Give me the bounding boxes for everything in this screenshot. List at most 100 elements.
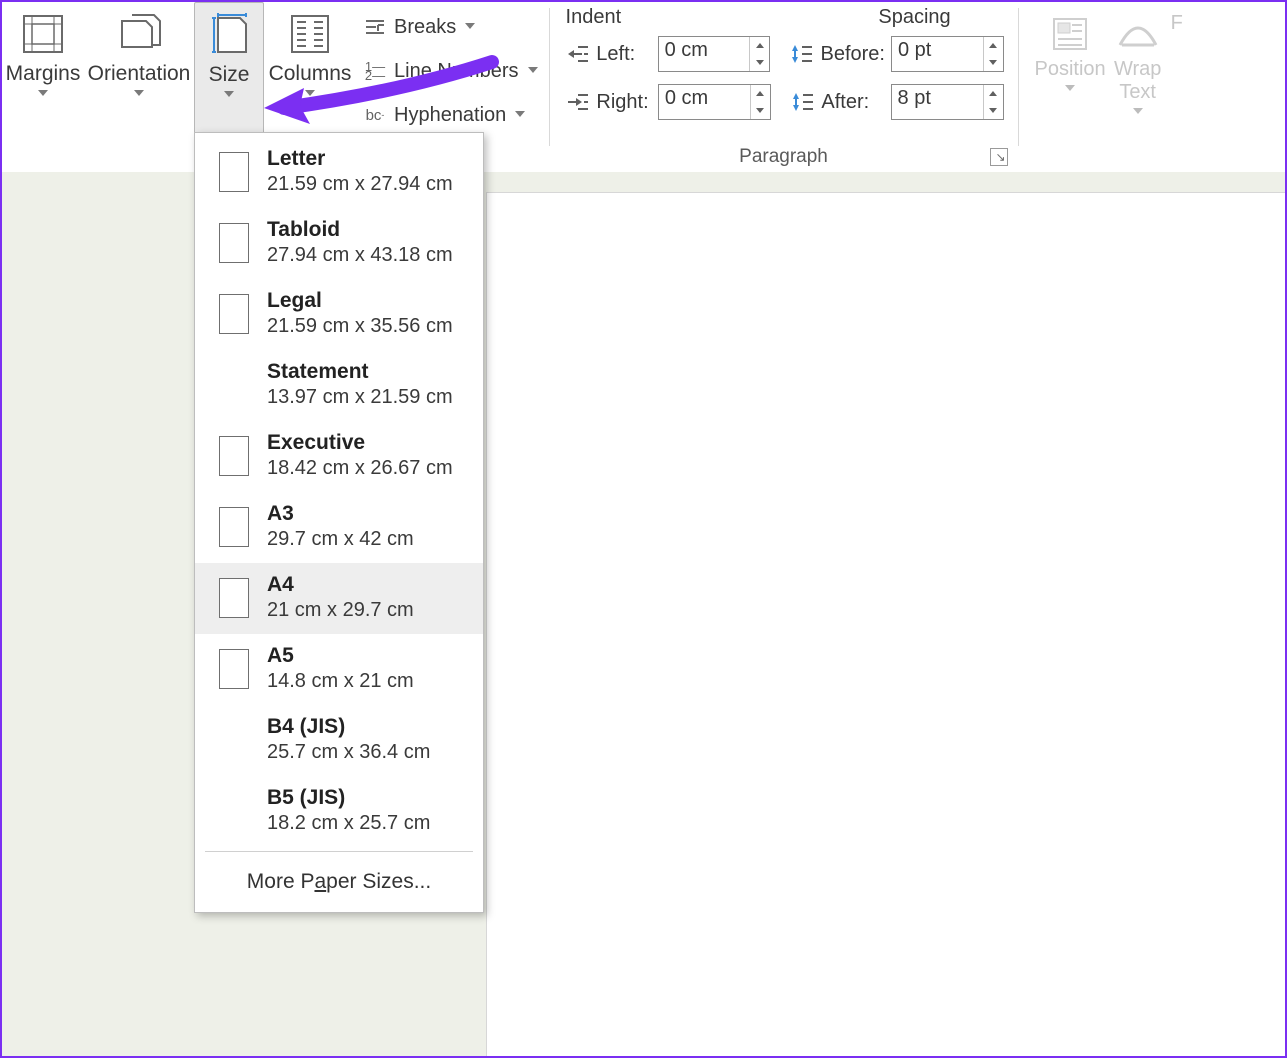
margins-icon — [17, 10, 69, 58]
page-icon — [219, 152, 249, 192]
chevron-down-icon — [464, 23, 476, 31]
spacing-before-value[interactable]: 0 pt — [892, 37, 983, 71]
size-option-name: B4 (JIS) — [267, 715, 430, 739]
breaks-button[interactable]: Breaks — [362, 10, 539, 44]
paragraph-launcher[interactable]: ↘ — [990, 148, 1008, 166]
size-option-dims: 21.59 cm x 27.94 cm — [267, 173, 453, 196]
paragraph-group: Indent Spacing Left: 0 cm Before: 0 — [554, 2, 1014, 172]
size-option-legal[interactable]: Legal21.59 cm x 35.56 cm — [195, 279, 483, 350]
size-option-dims: 27.94 cm x 43.18 cm — [267, 244, 453, 267]
spacing-before-label: Before: — [821, 43, 885, 66]
size-option-b5-jis-[interactable]: B5 (JIS)18.2 cm x 25.7 cm — [195, 776, 483, 847]
spin-down[interactable] — [984, 102, 1003, 119]
margins-button[interactable]: Margins — [2, 2, 84, 172]
orientation-icon — [113, 10, 165, 58]
size-option-name: Executive — [267, 431, 453, 455]
size-option-dims: 18.2 cm x 25.7 cm — [267, 812, 430, 835]
indent-left-icon — [566, 42, 591, 66]
orientation-button[interactable]: Orientation — [84, 2, 194, 172]
breaks-icon — [362, 16, 388, 38]
size-option-dims: 21.59 cm x 35.56 cm — [267, 315, 453, 338]
size-option-tabloid[interactable]: Tabloid27.94 cm x 43.18 cm — [195, 208, 483, 279]
indent-right-value[interactable]: 0 cm — [659, 85, 750, 119]
size-option-name: Letter — [267, 147, 453, 171]
document-page[interactable] — [486, 192, 1285, 1056]
size-option-executive[interactable]: Executive18.42 cm x 26.67 cm — [195, 421, 483, 492]
size-option-name: Tabloid — [267, 218, 453, 242]
wrap-text-button[interactable]: Wrap Text — [1114, 12, 1162, 172]
spacing-after-label: After: — [821, 91, 884, 114]
size-option-a5[interactable]: A514.8 cm x 21 cm — [195, 634, 483, 705]
chevron-down-icon — [223, 91, 235, 99]
size-option-dims: 25.7 cm x 36.4 cm — [267, 741, 430, 764]
hyphenation-icon: bc- — [362, 104, 388, 126]
spacing-before-spinner[interactable]: 0 pt — [891, 36, 1004, 72]
hyphenation-button[interactable]: bc- Hyphenation — [362, 98, 539, 132]
chevron-down-icon — [527, 67, 539, 75]
page-icon — [219, 649, 249, 689]
size-option-name: A5 — [267, 644, 414, 668]
size-option-name: Legal — [267, 289, 453, 313]
spacing-before-icon — [790, 42, 815, 66]
paragraph-group-label: Paragraph — [554, 146, 1014, 168]
size-icon — [203, 11, 255, 59]
indent-right-icon — [566, 90, 591, 114]
position-icon — [1046, 12, 1094, 56]
chevron-down-icon — [514, 111, 526, 119]
chevron-down-icon — [304, 90, 316, 98]
size-option-name: Statement — [267, 360, 453, 384]
line-numbers-button[interactable]: 1—2— Line Numbers — [362, 54, 539, 88]
columns-icon — [284, 10, 336, 58]
spin-up[interactable] — [750, 37, 769, 54]
more-paper-sizes[interactable]: More Paper Sizes... — [195, 856, 483, 912]
indent-header: Indent — [566, 6, 796, 29]
margins-label: Margins — [6, 62, 81, 86]
page-icon — [219, 365, 249, 405]
size-dropdown-menu: Letter21.59 cm x 27.94 cmTabloid27.94 cm… — [194, 132, 484, 913]
indent-right-label: Right: — [596, 91, 651, 114]
indent-right-spinner[interactable]: 0 cm — [658, 84, 771, 120]
size-option-name: B5 (JIS) — [267, 786, 430, 810]
size-option-dims: 14.8 cm x 21 cm — [267, 670, 414, 693]
chevron-down-icon — [37, 90, 49, 98]
spacing-after-spinner[interactable]: 8 pt — [891, 84, 1004, 120]
position-button[interactable]: Position — [1035, 12, 1106, 172]
page-icon — [219, 578, 249, 618]
group-separator — [1018, 8, 1019, 146]
page-icon — [219, 436, 249, 476]
page-icon — [219, 791, 249, 831]
size-option-statement[interactable]: Statement13.97 cm x 21.59 cm — [195, 350, 483, 421]
arrange-more: F — [1170, 12, 1184, 172]
size-option-a3[interactable]: A329.7 cm x 42 cm — [195, 492, 483, 563]
size-option-letter[interactable]: Letter21.59 cm x 27.94 cm — [195, 137, 483, 208]
spin-down[interactable] — [751, 102, 770, 119]
spin-up[interactable] — [984, 85, 1003, 102]
size-option-dims: 29.7 cm x 42 cm — [267, 528, 414, 551]
spacing-after-icon — [791, 90, 816, 114]
size-option-name: A3 — [267, 502, 414, 526]
spin-down[interactable] — [984, 54, 1003, 71]
spacing-header: Spacing — [796, 6, 1004, 29]
orientation-label: Orientation — [88, 62, 191, 86]
chevron-down-icon — [1132, 108, 1144, 116]
indent-left-label: Left: — [596, 43, 651, 66]
wrap-text-icon — [1114, 12, 1162, 56]
chevron-down-icon — [1064, 85, 1076, 93]
spin-up[interactable] — [751, 85, 770, 102]
indent-left-value[interactable]: 0 cm — [659, 37, 750, 71]
size-option-b4-jis-[interactable]: B4 (JIS)25.7 cm x 36.4 cm — [195, 705, 483, 776]
group-separator — [549, 8, 550, 146]
position-label: Position — [1035, 58, 1106, 81]
line-numbers-icon: 1—2— — [362, 60, 388, 82]
indent-left-spinner[interactable]: 0 cm — [658, 36, 771, 72]
wrap-text-label: Wrap Text — [1114, 58, 1161, 104]
size-option-dims: 21 cm x 29.7 cm — [267, 599, 414, 622]
line-numbers-label: Line Numbers — [394, 60, 519, 83]
spin-down[interactable] — [750, 54, 769, 71]
size-option-dims: 13.97 cm x 21.59 cm — [267, 386, 453, 409]
size-option-a4[interactable]: A421 cm x 29.7 cm — [195, 563, 483, 634]
spin-up[interactable] — [984, 37, 1003, 54]
arrange-group: Position Wrap Text F — [1023, 2, 1188, 172]
size-option-name: A4 — [267, 573, 414, 597]
spacing-after-value[interactable]: 8 pt — [892, 85, 983, 119]
